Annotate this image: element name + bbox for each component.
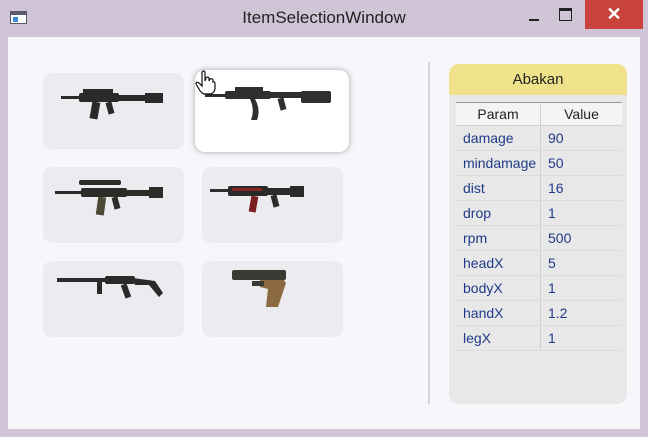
value-cell: 500	[540, 225, 622, 251]
maximize-icon	[558, 8, 572, 21]
value-cell: 16	[540, 175, 622, 201]
vertical-divider	[428, 62, 430, 404]
minimize-icon	[529, 18, 539, 21]
value-cell: 1.2	[540, 300, 622, 326]
value-cell: 50	[540, 150, 622, 176]
value-cell: 1	[540, 325, 622, 351]
param-cell: headX	[456, 250, 541, 276]
param-cell: damage	[456, 125, 541, 151]
table-row[interactable]: headX 5	[456, 250, 622, 276]
minimize-button[interactable]	[518, 0, 550, 29]
param-cell: handX	[456, 300, 541, 326]
table-row[interactable]: dist 16	[456, 175, 622, 201]
table-header-row: Param Value	[456, 102, 622, 126]
item-tile-ak-rifle[interactable]	[195, 70, 349, 152]
maximize-button[interactable]	[550, 0, 580, 29]
title-bar[interactable]: ItemSelectionWindow ✕	[0, 0, 648, 37]
item-tile-pistol[interactable]	[202, 261, 343, 337]
param-cell: mindamage	[456, 150, 541, 176]
column-header-param[interactable]: Param	[456, 102, 541, 126]
param-cell: legX	[456, 325, 541, 351]
item-tile-carbine[interactable]	[43, 261, 184, 337]
item-details-panel: Abakan Param Value damage 90 mindamage 5…	[449, 64, 627, 404]
client-area: Abakan Param Value damage 90 mindamage 5…	[8, 37, 640, 429]
table-row[interactable]: damage 90	[456, 125, 622, 151]
assault-rifle-icon	[61, 89, 163, 120]
scoped-rifle-icon	[55, 180, 163, 216]
value-cell: 1	[540, 200, 622, 226]
carbine-icon	[57, 276, 163, 299]
red-rifle-icon	[210, 186, 304, 213]
value-cell: 1	[540, 275, 622, 301]
column-header-value[interactable]: Value	[540, 102, 622, 126]
value-cell: 90	[540, 125, 622, 151]
table-row[interactable]: legX 1	[456, 325, 622, 351]
item-params-table[interactable]: Param Value damage 90 mindamage 50 dist	[456, 102, 622, 351]
item-tile-scoped-rifle[interactable]	[43, 167, 184, 243]
table-row[interactable]: mindamage 50	[456, 150, 622, 176]
table-row[interactable]: bodyX 1	[456, 275, 622, 301]
value-cell: 5	[540, 250, 622, 276]
selected-item-title: Abakan	[449, 64, 627, 95]
item-tile-red-rifle[interactable]	[202, 167, 343, 243]
hand-cursor-icon	[195, 70, 216, 95]
param-cell: rpm	[456, 225, 541, 251]
param-cell: drop	[456, 200, 541, 226]
pistol-icon	[232, 270, 286, 307]
table-row[interactable]: handX 1.2	[456, 300, 622, 326]
ak-rifle-icon	[205, 87, 331, 120]
item-selection-window: ItemSelectionWindow ✕ Abakan Param Value…	[0, 0, 648, 437]
item-tile-assault-rifle-1[interactable]	[43, 73, 184, 149]
param-cell: dist	[456, 175, 541, 201]
close-icon: ✕	[606, 4, 622, 24]
close-button[interactable]: ✕	[585, 0, 643, 29]
table-row[interactable]: rpm 500	[456, 225, 622, 251]
table-row[interactable]: drop 1	[456, 200, 622, 226]
param-cell: bodyX	[456, 275, 541, 301]
